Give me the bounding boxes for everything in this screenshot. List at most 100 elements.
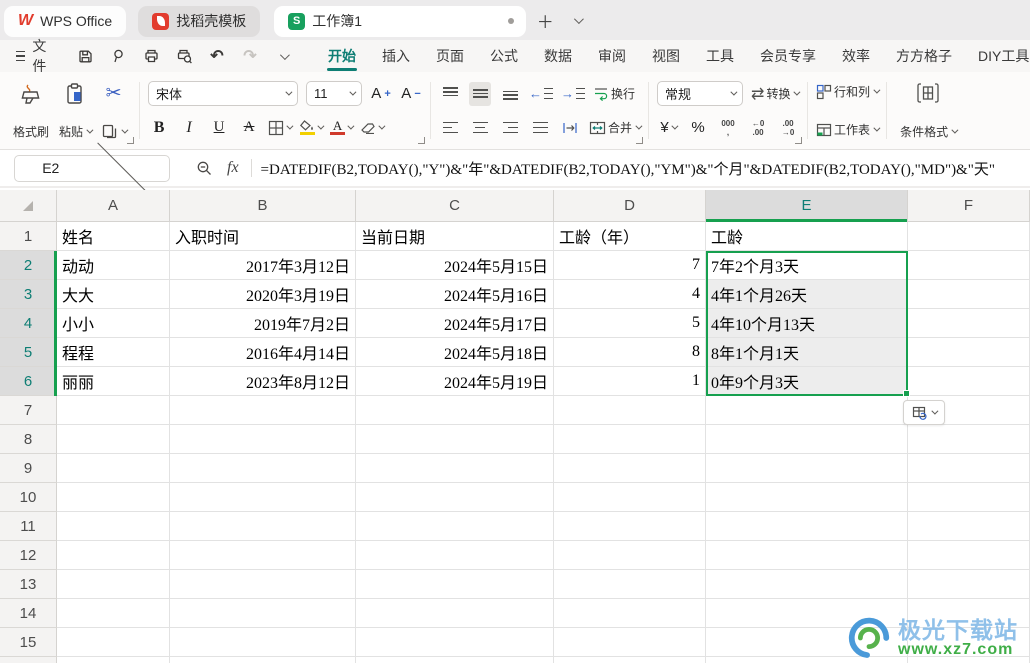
name-box[interactable]: E2 bbox=[14, 139, 170, 194]
menu-diy-toolbox[interactable]: DIY工具箱 bbox=[965, 40, 1030, 72]
cell-D9[interactable] bbox=[554, 454, 706, 483]
print-icon[interactable] bbox=[139, 44, 163, 68]
cell-A2[interactable]: 动动 bbox=[57, 251, 170, 280]
cell-F9[interactable] bbox=[908, 454, 1030, 483]
menu-membership[interactable]: 会员专享 bbox=[747, 40, 829, 72]
cell-A16[interactable] bbox=[57, 657, 170, 663]
tab-docer-templates[interactable]: 找稻壳模板 bbox=[138, 5, 261, 37]
cell-C4[interactable]: 2024年5月17日 bbox=[356, 309, 554, 338]
number-dialog-launcher-icon[interactable] bbox=[795, 137, 803, 144]
number-format-select[interactable]: 常规 bbox=[657, 81, 744, 106]
cell-C5[interactable]: 2024年5月18日 bbox=[356, 338, 554, 367]
cell-B8[interactable] bbox=[170, 425, 356, 454]
fill-handle[interactable] bbox=[903, 390, 910, 397]
italic-button[interactable]: I bbox=[178, 116, 200, 140]
column-header-B[interactable]: B bbox=[170, 190, 356, 222]
row-header-13[interactable]: 13 bbox=[0, 570, 57, 599]
tab-wps-office[interactable]: W WPS Office bbox=[4, 5, 127, 37]
cut-icon[interactable]: ✂ bbox=[106, 82, 122, 105]
cell-D15[interactable] bbox=[554, 628, 706, 657]
paste-button[interactable]: 粘贴 bbox=[54, 80, 96, 142]
underline-button[interactable]: U bbox=[208, 116, 230, 140]
strikethrough-button[interactable]: A bbox=[238, 116, 260, 140]
cell-C9[interactable] bbox=[356, 454, 554, 483]
alignment-dialog-launcher-icon[interactable] bbox=[636, 137, 644, 144]
font-size-select[interactable]: 11 bbox=[306, 81, 363, 106]
formula-input[interactable]: =DATEDIF(B2,TODAY(),"Y")&"年"&DATEDIF(B2,… bbox=[261, 158, 995, 179]
cell-E11[interactable] bbox=[706, 512, 908, 541]
cell-A3[interactable]: 大大 bbox=[57, 280, 170, 309]
cell-B13[interactable] bbox=[170, 570, 356, 599]
shrink-font-button[interactable]: A − bbox=[400, 82, 422, 106]
cell-D4[interactable]: 5 bbox=[554, 309, 706, 338]
align-right-button[interactable] bbox=[499, 116, 521, 140]
cell-C14[interactable] bbox=[356, 599, 554, 628]
convert-button[interactable]: ⇄ 转换 bbox=[751, 82, 801, 106]
cell-A12[interactable] bbox=[57, 541, 170, 570]
decrease-decimal-button[interactable]: .00 →0 bbox=[777, 116, 799, 140]
cell-E3[interactable]: 4年1个月26天 bbox=[706, 280, 908, 309]
cell-C12[interactable] bbox=[356, 541, 554, 570]
insert-function-button[interactable]: fx bbox=[227, 159, 239, 177]
cell-A8[interactable] bbox=[57, 425, 170, 454]
cell-A5[interactable]: 程程 bbox=[57, 338, 170, 367]
cell-A4[interactable]: 小小 bbox=[57, 309, 170, 338]
cell-B12[interactable] bbox=[170, 541, 356, 570]
cell-B16[interactable] bbox=[170, 657, 356, 663]
row-header-14[interactable]: 14 bbox=[0, 599, 57, 628]
cell-B6[interactable]: 2023年8月12日 bbox=[170, 367, 356, 396]
menu-view[interactable]: 视图 bbox=[639, 40, 693, 72]
menu-fangfang[interactable]: 方方格子 bbox=[883, 40, 965, 72]
cell-B10[interactable] bbox=[170, 483, 356, 512]
cell-B7[interactable] bbox=[170, 396, 356, 425]
cell-D2[interactable]: 7 bbox=[554, 251, 706, 280]
cell-B9[interactable] bbox=[170, 454, 356, 483]
cell-C15[interactable] bbox=[356, 628, 554, 657]
cell-B5[interactable]: 2016年4月14日 bbox=[170, 338, 356, 367]
cell-D7[interactable] bbox=[554, 396, 706, 425]
column-header-E[interactable]: E bbox=[706, 190, 908, 222]
zoom-search-icon[interactable] bbox=[196, 160, 213, 177]
cell-E13[interactable] bbox=[706, 570, 908, 599]
column-header-F[interactable]: F bbox=[908, 190, 1030, 222]
cell-E5[interactable]: 8年1个月1天 bbox=[706, 338, 908, 367]
new-tab-button[interactable]: ＋ bbox=[532, 7, 558, 33]
column-header-D[interactable]: D bbox=[554, 190, 706, 222]
cell-C10[interactable] bbox=[356, 483, 554, 512]
menu-efficiency[interactable]: 效率 bbox=[829, 40, 883, 72]
cell-C13[interactable] bbox=[356, 570, 554, 599]
clear-format-button[interactable] bbox=[360, 116, 386, 140]
cell-F11[interactable] bbox=[908, 512, 1030, 541]
increase-indent-button[interactable]: → bbox=[561, 82, 586, 106]
align-center-button[interactable] bbox=[469, 116, 491, 140]
format-painter-button[interactable]: 格式刷 bbox=[8, 80, 54, 142]
cell-B11[interactable] bbox=[170, 512, 356, 541]
cell-F15[interactable] bbox=[908, 628, 1030, 657]
column-header-A[interactable]: A bbox=[57, 190, 170, 222]
menu-home[interactable]: 开始 bbox=[315, 40, 369, 72]
menu-review[interactable]: 审阅 bbox=[585, 40, 639, 72]
font-dialog-launcher-icon[interactable] bbox=[418, 137, 426, 144]
cell-E16[interactable] bbox=[706, 657, 908, 663]
cell-D16[interactable] bbox=[554, 657, 706, 663]
cell-D10[interactable] bbox=[554, 483, 706, 512]
cell-F13[interactable] bbox=[908, 570, 1030, 599]
cell-F8[interactable] bbox=[908, 425, 1030, 454]
print-preview-icon[interactable] bbox=[172, 44, 196, 68]
row-header-15[interactable]: 15 bbox=[0, 628, 57, 657]
copy-button[interactable] bbox=[101, 123, 129, 140]
cell-B3[interactable]: 2020年3月19日 bbox=[170, 280, 356, 309]
row-header-1[interactable]: 1 bbox=[0, 222, 57, 251]
autofill-options-button[interactable] bbox=[903, 400, 945, 425]
align-middle-button[interactable] bbox=[469, 81, 492, 106]
increase-decimal-button[interactable]: ←0 .00 bbox=[747, 116, 769, 140]
cell-B4[interactable]: 2019年7月2日 bbox=[170, 309, 356, 338]
menu-insert[interactable]: 插入 bbox=[369, 40, 423, 72]
wrap-text-button[interactable]: 换行 bbox=[593, 82, 635, 106]
row-header-6[interactable]: 6 bbox=[0, 367, 57, 396]
cell-A9[interactable] bbox=[57, 454, 170, 483]
justify-button[interactable] bbox=[529, 116, 551, 140]
borders-button[interactable] bbox=[268, 116, 294, 140]
cell-F6[interactable] bbox=[908, 367, 1030, 396]
menu-data[interactable]: 数据 bbox=[531, 40, 585, 72]
